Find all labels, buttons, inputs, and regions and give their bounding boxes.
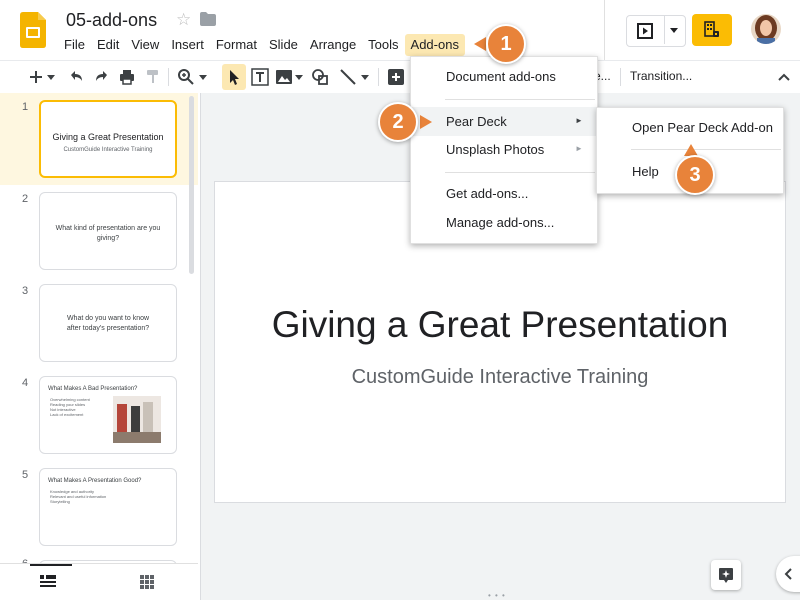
callout-step-3: 3 xyxy=(675,155,715,195)
menu-file[interactable]: File xyxy=(58,34,91,56)
menu-item-manage-addons[interactable]: Manage add-ons... xyxy=(446,215,554,231)
submenu-arrow-icon: ► xyxy=(575,144,583,153)
callout-step-2: 2 xyxy=(378,102,418,142)
slide-number: 3 xyxy=(22,285,29,297)
callout-pointer xyxy=(420,115,432,129)
shape-icon[interactable] xyxy=(310,67,330,87)
chevron-down-icon[interactable] xyxy=(294,67,304,87)
select-cursor-icon[interactable] xyxy=(224,67,244,87)
thumb-bullet-list: Knowledge and authority Relevant and use… xyxy=(50,489,106,504)
building-lock-icon xyxy=(704,21,719,37)
menu-separator xyxy=(445,99,595,100)
menu-separator xyxy=(631,149,781,150)
menu-slide[interactable]: Slide xyxy=(263,34,304,56)
submenu-arrow-icon: ► xyxy=(575,116,583,125)
add-comment-icon[interactable] xyxy=(386,67,406,87)
explore-button[interactable] xyxy=(711,560,741,590)
menu-separator xyxy=(445,172,595,173)
menu-edit[interactable]: Edit xyxy=(91,34,125,56)
present-button[interactable] xyxy=(626,15,686,47)
slide-number: 2 xyxy=(22,193,29,205)
slide-number: 1 xyxy=(22,101,29,113)
toolbar-divider xyxy=(378,68,379,86)
thumb-title: Giving a Great Presentation xyxy=(52,132,164,142)
menu-item-document-addons[interactable]: Document add-ons xyxy=(446,69,556,85)
addons-dropdown-menu: Document add-ons Pear Deck ► Unsplash Ph… xyxy=(410,56,598,244)
header-divider xyxy=(604,0,605,60)
menu-tools[interactable]: Tools xyxy=(362,34,404,56)
transition-button[interactable]: Transition... xyxy=(630,69,692,83)
thumb-bullet: Storytelling xyxy=(50,499,70,504)
slide-title[interactable]: Giving a Great Presentation xyxy=(215,304,785,346)
slide-number: 4 xyxy=(22,377,29,389)
text-box-icon[interactable] xyxy=(250,67,270,87)
filmstrip-view-bar xyxy=(0,563,198,601)
zoom-icon[interactable] xyxy=(176,67,196,87)
chevron-left-icon xyxy=(784,568,792,580)
new-slide-icon[interactable] xyxy=(26,67,46,87)
print-icon[interactable] xyxy=(117,67,137,87)
line-icon[interactable] xyxy=(338,67,358,87)
speaker-notes-grip[interactable]: • • • xyxy=(488,591,506,600)
chevron-up-icon[interactable] xyxy=(774,67,794,87)
thumb-photo xyxy=(113,396,161,443)
menu-item-pear-deck[interactable]: Pear Deck xyxy=(446,114,507,130)
slide-thumbnail-3[interactable]: What do you want to know after today's p… xyxy=(39,284,177,362)
share-button[interactable] xyxy=(692,14,732,46)
callout-pointer xyxy=(474,37,486,51)
slide-thumbnail-1[interactable]: Giving a Great Presentation CustomGuide … xyxy=(39,100,177,178)
present-icon xyxy=(637,23,653,39)
grid-view-icon[interactable] xyxy=(140,575,154,589)
explore-icon xyxy=(719,568,733,583)
star-icon[interactable]: ☆ xyxy=(176,10,191,30)
image-icon[interactable] xyxy=(274,67,294,87)
menu-insert[interactable]: Insert xyxy=(165,34,210,56)
toolbar: e... Transition... xyxy=(0,60,800,94)
filmstrip-scrollbar[interactable] xyxy=(189,96,194,274)
redo-icon[interactable] xyxy=(92,67,112,87)
menu-item-get-addons[interactable]: Get add-ons... xyxy=(446,186,528,202)
callout-step-1: 1 xyxy=(486,24,526,64)
chevron-down-icon[interactable] xyxy=(670,28,678,34)
thumb-subtitle: CustomGuide Interactive Training xyxy=(63,147,153,153)
menu-view[interactable]: View xyxy=(125,34,165,56)
paint-format-icon[interactable] xyxy=(143,67,163,87)
present-divider xyxy=(664,16,665,44)
thumb-body: What do you want to know after today's p… xyxy=(66,315,150,332)
slide-thumbnail-5[interactable]: What Makes A Presentation Good? Knowledg… xyxy=(39,468,177,546)
thumb-body: What kind of presentation are you giving… xyxy=(55,225,161,242)
slides-logo-icon[interactable] xyxy=(20,12,46,48)
toolbar-divider xyxy=(168,68,169,86)
slide-number: 5 xyxy=(22,469,29,481)
thumb-bullet-list: Overwhelming content Reading your slides… xyxy=(50,397,90,417)
toolbar-divider xyxy=(620,68,621,86)
slide-thumbnail-4[interactable]: What Makes A Bad Presentation? Overwhelm… xyxy=(39,376,177,454)
chevron-down-icon[interactable] xyxy=(198,67,208,87)
folder-icon[interactable] xyxy=(200,12,216,26)
active-view-indicator xyxy=(30,564,72,566)
menu-addons[interactable]: Add-ons xyxy=(404,34,465,56)
chevron-down-icon[interactable] xyxy=(46,67,56,87)
menu-arrange[interactable]: Arrange xyxy=(304,34,362,56)
thumb-title: What Makes A Bad Presentation? xyxy=(48,386,138,392)
thumb-title: What Makes A Presentation Good? xyxy=(48,478,142,484)
slide-thumbnail-2[interactable]: What kind of presentation are you giving… xyxy=(39,192,177,270)
document-title[interactable]: 05-add-ons xyxy=(66,10,157,31)
menu-bar: File Edit View Insert Format Slide Arran… xyxy=(58,34,465,56)
menu-format[interactable]: Format xyxy=(210,34,263,56)
thumb-bullet: Lack of excitement xyxy=(50,412,84,417)
menu-item-unsplash-photos[interactable]: Unsplash Photos xyxy=(446,142,544,158)
undo-icon[interactable] xyxy=(66,67,86,87)
filmstrip-view-icon[interactable] xyxy=(40,575,56,589)
avatar[interactable] xyxy=(751,14,781,44)
menu-item-open-pear-deck[interactable]: Open Pear Deck Add-on xyxy=(632,120,773,136)
slide-subtitle[interactable]: CustomGuide Interactive Training xyxy=(215,366,785,389)
chevron-down-icon[interactable] xyxy=(360,67,370,87)
menu-item-help[interactable]: Help xyxy=(632,164,659,180)
